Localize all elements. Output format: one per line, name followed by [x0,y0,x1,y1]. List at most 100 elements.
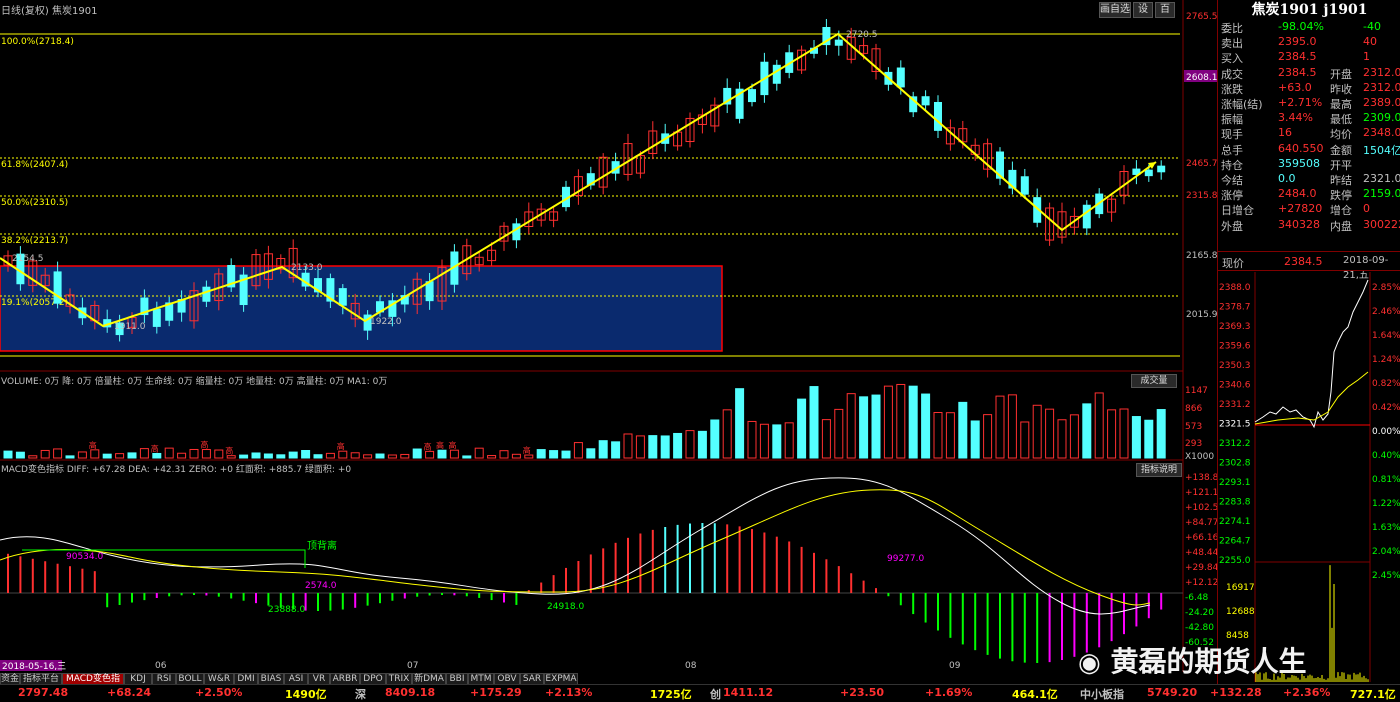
volume-tick: 866 [1185,404,1202,414]
volume-high-mark: 高 [337,441,345,451]
volume-bar [263,453,273,459]
intraday-tick: 2340.6 [1219,381,1251,391]
zigzag-label: 2133.0 [291,263,323,273]
volume-bar [1007,394,1017,459]
watermark: ◉ 黄磊的期货人生 [1078,640,1306,680]
intraday-tick: 2369.3 [1219,322,1251,332]
settings-button[interactable]: 设 [1133,2,1153,18]
volume-high-mark: 高 [523,445,531,455]
intraday-pct-tick: 2.45% [1372,571,1400,581]
quote-label: 增仓 [1330,204,1352,218]
volume-bar [598,440,608,459]
quote-label: 涨停 [1221,189,1243,203]
percent-button[interactable]: 百 [1155,2,1175,18]
price-tick: 2015.9 [1186,310,1217,320]
zigzag-label: 2720.5 [846,30,878,40]
volume-bar [797,398,807,459]
intraday-tick: 2255.0 [1219,556,1251,566]
quote-label: 涨跌 [1221,82,1243,96]
volume-bar [710,419,720,459]
quote-label: 持仓 [1221,158,1243,172]
volume-bar [722,409,732,459]
ticker-value: 1411.12 [723,686,774,699]
volume-bar [487,455,497,459]
volume-bar [834,408,844,459]
quote-label: 昨结 [1330,174,1352,187]
macd-tick: +138.8 [1185,473,1217,483]
volume-bar [77,451,87,459]
intraday-pct-tick: 1.24% [1372,355,1400,365]
volume-bar [1057,419,1067,459]
quote-label: 总手 [1221,143,1243,157]
ticker-value: +2.13% [545,686,593,699]
intraday-pct-tick: 2.85% [1372,283,1400,293]
volume-select-button[interactable]: 成交量 [1131,374,1177,388]
ticker-value: 中小板指 [1080,688,1124,701]
quote-panel: 焦炭1901 j1901 委比 -98.04% -40 卖出 2395.0 40 买入 238… [1217,0,1400,699]
quote-label: 最高 [1330,98,1352,111]
volume-bar [40,449,50,459]
volume-bar [573,442,583,459]
volume-bar [115,453,125,459]
volume-bar [1156,409,1166,459]
fib-label: 38.2%(2213.7) [1,236,68,246]
volume-bar [908,385,918,459]
intraday-tick: 2283.8 [1219,498,1251,508]
candle-body [202,286,211,302]
quote-row: 委比 -98.04% -40 [1218,20,1400,35]
volume-bar [759,423,769,459]
macd-dea-line [0,489,1151,606]
volume-bar [53,448,63,459]
month-label: 06 [155,661,167,671]
macd-legend: MACD变色指标 DIFF: +67.28 DEA: +42.31 ZERO: … [1,463,351,475]
ticker-value: 1490亿 [285,688,327,701]
quote-value: 1504亿 [1363,143,1400,157]
volume-bar [15,451,25,459]
volume-bar [1082,403,1092,459]
quote-label: 现手 [1221,128,1243,142]
consolidation-box [0,265,723,352]
intraday-tick: 2293.1 [1219,478,1251,488]
candle-body [1082,204,1091,229]
volume-bar [1119,408,1129,459]
indicator-help-button[interactable]: 指标说明 [1136,463,1182,477]
quote-value: 2321.0 [1363,172,1400,185]
volume-bar [846,393,856,459]
quote-row: 涨幅(结) +2.71% 最高 2389.0 [1218,96,1400,111]
quote-row: 总手 640.550 金额 1504亿 [1218,142,1400,157]
volume-axis: 1147 866 573 293 X1000 [1185,386,1214,462]
volume-bar [90,449,100,459]
intraday-tick: 2274.1 [1219,517,1251,527]
fib-label: 100.0%(2718.4) [1,37,74,47]
quote-label: 委比 [1221,22,1243,35]
quote-label: 昨收 [1330,82,1352,96]
intraday-pct-tick: 0.82% [1372,379,1400,389]
main-chart-area[interactable]: 2765.5 2608.1 2465.7 2315.8 2165.8 2015.… [0,0,1217,699]
volume-legend: VOLUME: 0万 降: 0万 倍量柱: 0万 生命线: 0万 缩量柱: 0万… [1,375,387,387]
draw-button[interactable]: 画自选 [1099,2,1131,18]
volume-bar [524,454,534,459]
intraday-pct-tick: 1.22% [1372,499,1400,509]
volume-bar [536,449,546,459]
volume-bar [983,414,993,459]
volume-bar [561,450,571,459]
volume-bar [697,430,707,459]
quote-row: 涨跌 +63.0 昨收 2312.0 [1218,81,1400,96]
candle-body [896,67,905,88]
volume-bar [499,450,509,459]
quote-value: 16 [1278,126,1292,140]
volume-bar [673,432,683,459]
fib-label: 61.8%(2407.4) [1,160,68,170]
quote-value: 2312.0 [1363,65,1400,79]
volume-bar [177,452,187,459]
zigzag-label: 2154.5 [12,254,44,264]
macd-tick: +29.84 [1185,563,1217,573]
volume-bar [3,450,13,459]
intraday-vol-tick: 16917 [1226,583,1255,593]
volume-bar [28,455,38,459]
volume-bar [995,395,1005,459]
quote-value: 340328 [1278,217,1320,231]
zigzag-label: 1922.0 [370,317,402,327]
macd-tick: -42.80 [1185,623,1214,633]
candle-body [1144,169,1153,177]
